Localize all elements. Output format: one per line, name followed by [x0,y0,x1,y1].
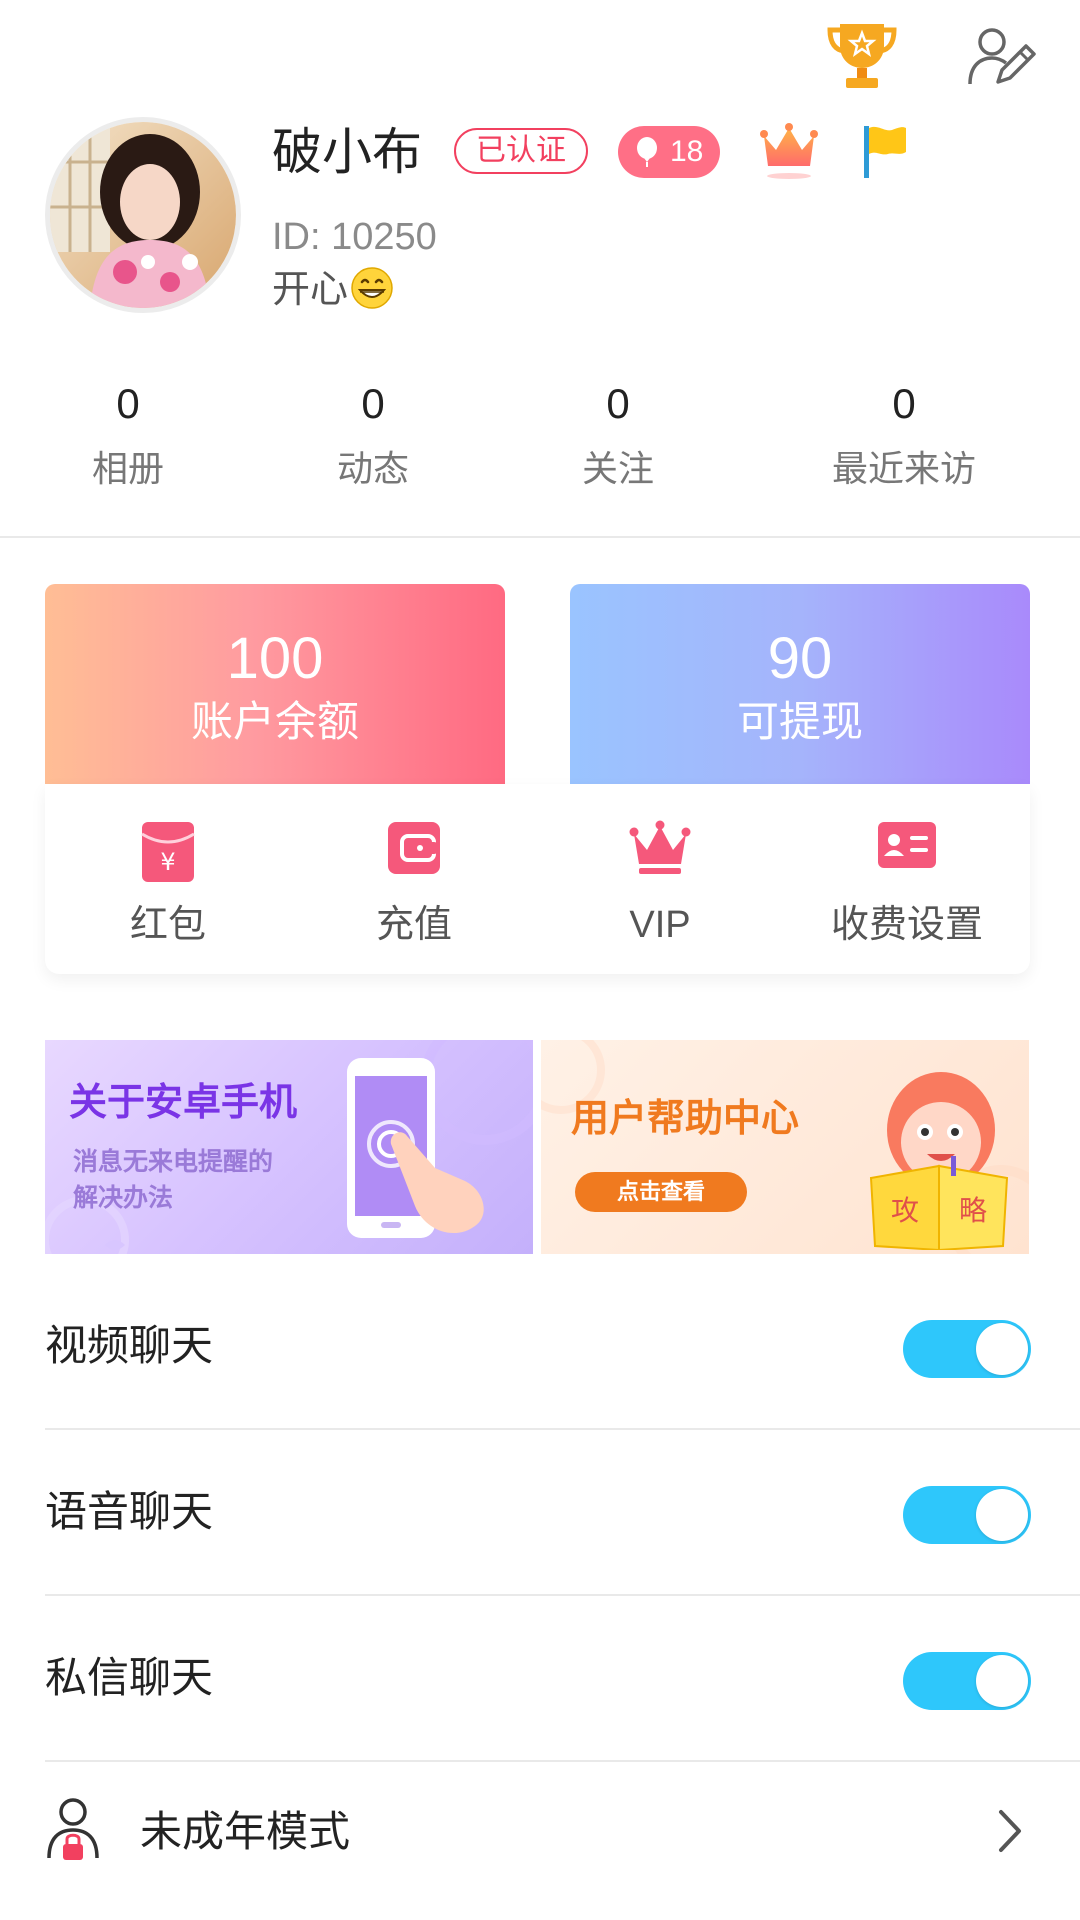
quick-actions-panel: ¥ 红包 充值 VIP 收费设置 [45,784,1030,974]
view-button[interactable]: 点击查看 [575,1172,747,1212]
balance-label: 账户余额 [190,698,359,745]
withdrawable-amount: 90 [767,626,833,691]
video-chat-setting: 视频聊天 [45,1264,1080,1430]
user-lock-icon [47,1798,99,1860]
android-banner-subtitle-2: 解决办法 [73,1184,174,1212]
flag-badge-icon [864,126,906,178]
private-message-label: 私信聊天 [45,1654,214,1701]
stat-value: 0 [116,380,140,427]
reading-mascot-icon: 攻 略 [869,1072,1009,1250]
android-banner-title: 关于安卓手机 [69,1082,298,1124]
android-banner-subtitle-1: 消息无来电提醒的 [73,1148,274,1176]
stat-albums[interactable]: 0 相册 [28,378,228,494]
section-divider [0,536,1080,538]
stat-recent-visitors[interactable]: 0 最近来访 [804,378,1004,494]
toggle-knob [976,1489,1028,1541]
balance-amount: 100 [226,626,324,691]
level-badge: 18 [618,126,720,178]
private-message-toggle[interactable] [903,1652,1031,1710]
toggle-knob [976,1323,1028,1375]
crown-icon [629,820,691,874]
crown-badge-icon [760,123,818,179]
user-id: ID: 10250 [272,216,437,258]
recharge-label: 充值 [375,904,452,946]
stat-label: 关注 [581,448,654,489]
video-chat-toggle[interactable] [903,1320,1031,1378]
minor-mode-row[interactable]: 未成年模式 [45,1758,1030,1908]
stat-moments[interactable]: 0 动态 [273,378,473,494]
stat-following[interactable]: 0 关注 [518,378,718,494]
avatar[interactable] [45,117,241,313]
red-envelope-icon: ¥ [141,822,195,882]
svg-text:¥: ¥ [160,848,175,876]
stat-value: 0 [892,380,916,427]
grinning-face-icon [351,267,393,309]
red-envelope-button[interactable]: ¥ 红包 [45,784,291,974]
fee-settings-button[interactable]: 收费设置 [784,784,1030,974]
level-value: 18 [670,135,704,168]
stat-value: 0 [606,380,630,427]
toggle-knob [976,1655,1028,1707]
withdrawable-card[interactable]: 90 可提现 [570,584,1030,784]
mood-text: 开心 [272,269,349,311]
user-name: 破小布 [272,124,422,180]
video-chat-label: 视频聊天 [45,1322,214,1369]
mood-status: 开心 [272,266,394,313]
minor-mode-label: 未成年模式 [140,1808,351,1855]
voice-chat-setting: 语音聊天 [45,1430,1080,1596]
phone-hand-icon [347,1058,484,1238]
stat-label: 相册 [91,448,164,489]
withdrawable-label: 可提现 [736,698,863,745]
private-message-setting: 私信聊天 [45,1596,1080,1762]
vip-button[interactable]: VIP [537,784,783,974]
stat-value: 0 [361,380,385,427]
account-balance-card[interactable]: 100 账户余额 [45,584,505,784]
verified-badge: 已认证 [454,128,588,174]
help-banner-title: 用户帮助中心 [571,1098,800,1140]
trophy-icon[interactable] [826,18,898,92]
red-envelope-label: 红包 [129,904,206,946]
help-center-banner[interactable]: 用户帮助中心 点击查看 攻 略 [541,1040,1029,1254]
chevron-right-icon [999,1810,1021,1852]
edit-profile-icon[interactable] [966,24,1036,88]
android-guide-banner[interactable]: 关于安卓手机 消息无来电提醒的 解决办法 [45,1040,533,1254]
voice-chat-toggle[interactable] [903,1486,1031,1544]
vip-label: VIP [629,904,691,946]
stat-label: 最近来访 [831,448,976,489]
stat-label: 动态 [336,448,409,489]
voice-chat-label: 语音聊天 [45,1488,214,1535]
recharge-button[interactable]: 充值 [291,784,537,974]
wallet-icon [388,822,440,874]
fee-settings-label: 收费设置 [830,904,983,946]
book-right-char: 略 [959,1194,987,1227]
book-left-char: 攻 [891,1194,919,1227]
balloon-icon [637,137,657,167]
id-card-icon [878,822,936,868]
avatar-photo [50,122,236,308]
